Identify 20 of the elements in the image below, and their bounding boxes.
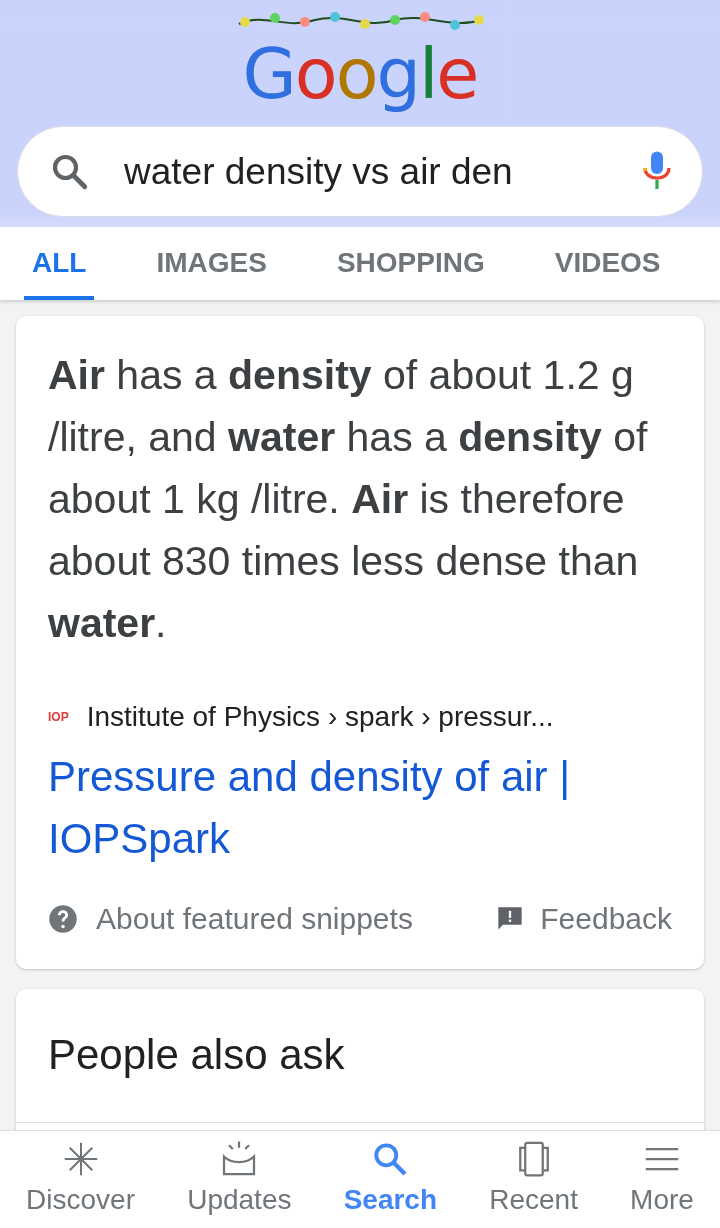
section-heading: People also ask bbox=[48, 1030, 346, 1080]
snippet-text: Air has a density of about 1.2 g /litre, and water has a density of about 1 kg /litre. Air is therefore about 830 times less dense than water. bbox=[48, 351, 649, 648]
logo: Google bbox=[242, 32, 478, 116]
feedback-link[interactable]: Feedback bbox=[496, 896, 672, 941]
result-link[interactable]: Pressure and density of air | IOPSpark bbox=[48, 746, 672, 870]
tab[interactable]: ALL bbox=[24, 226, 95, 300]
tab[interactable]: IMAGES bbox=[148, 226, 275, 300]
nav-tab[interactable]: Search bbox=[343, 1138, 438, 1221]
tab[interactable]: SHOPPING bbox=[328, 226, 493, 300]
search-query: water density vs air den bbox=[124, 149, 514, 194]
nav-tab[interactable]: Updates bbox=[187, 1138, 292, 1221]
about-snippets-link[interactable]: About featured snippets bbox=[48, 896, 413, 941]
nav-tab[interactable]: Discover bbox=[26, 1138, 135, 1221]
search-field[interactable]: water density vs air den bbox=[17, 126, 703, 217]
tab[interactable]: VIDEOS bbox=[546, 226, 669, 300]
help-icon bbox=[48, 903, 78, 934]
breadcrumb: Institute of Physics › spark › pressur... bbox=[86, 700, 554, 734]
source-logo: IOP bbox=[48, 709, 69, 726]
nav-tab[interactable]: Recent bbox=[489, 1138, 578, 1221]
nav-tab[interactable]: More bbox=[630, 1138, 694, 1221]
